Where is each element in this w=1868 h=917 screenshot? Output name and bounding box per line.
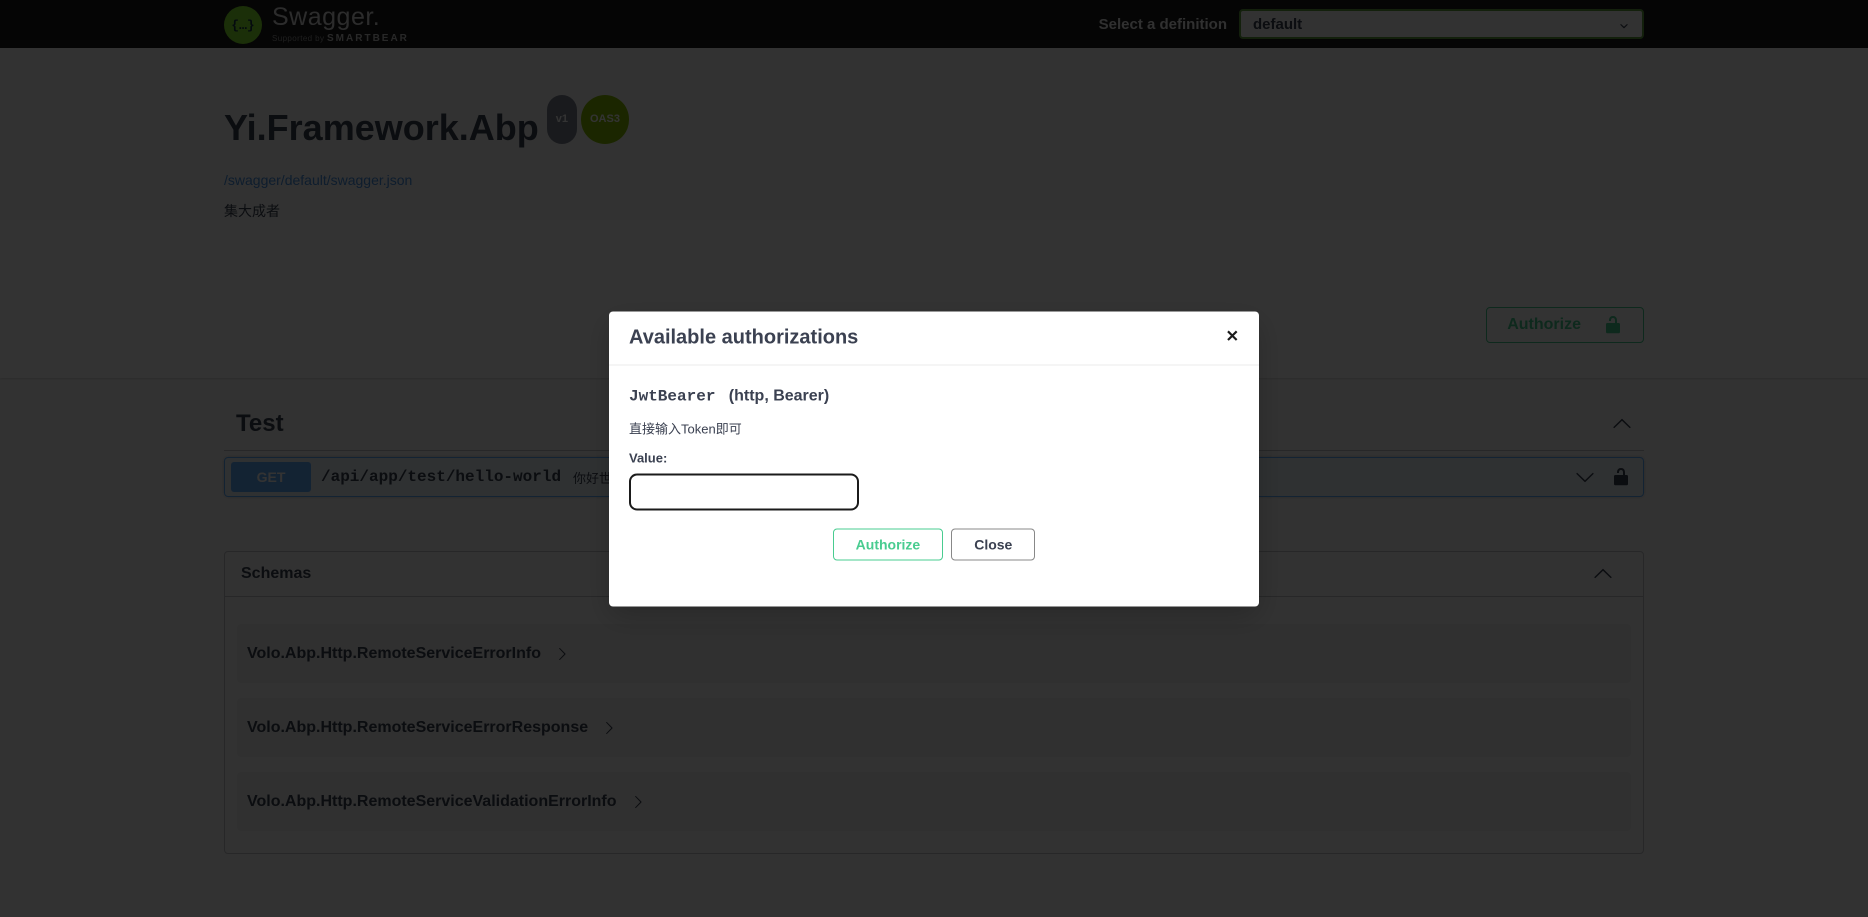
auth-scheme-title: JwtBearer (http, Bearer) xyxy=(629,387,1239,405)
modal-close-button[interactable]: Close xyxy=(951,528,1035,560)
authorizations-modal: Available authorizations ✕ JwtBearer (ht… xyxy=(609,311,1259,606)
value-label: Value: xyxy=(629,450,1239,465)
auth-scheme-description: 直接输入Token即可 xyxy=(629,418,1239,437)
auth-scheme-meta: (http, Bearer) xyxy=(729,387,829,404)
modal-authorize-button[interactable]: Authorize xyxy=(833,528,944,560)
auth-scheme-name: JwtBearer xyxy=(629,387,715,405)
close-icon[interactable]: ✕ xyxy=(1226,330,1239,346)
modal-title: Available authorizations xyxy=(629,326,858,349)
token-input[interactable] xyxy=(629,473,859,510)
